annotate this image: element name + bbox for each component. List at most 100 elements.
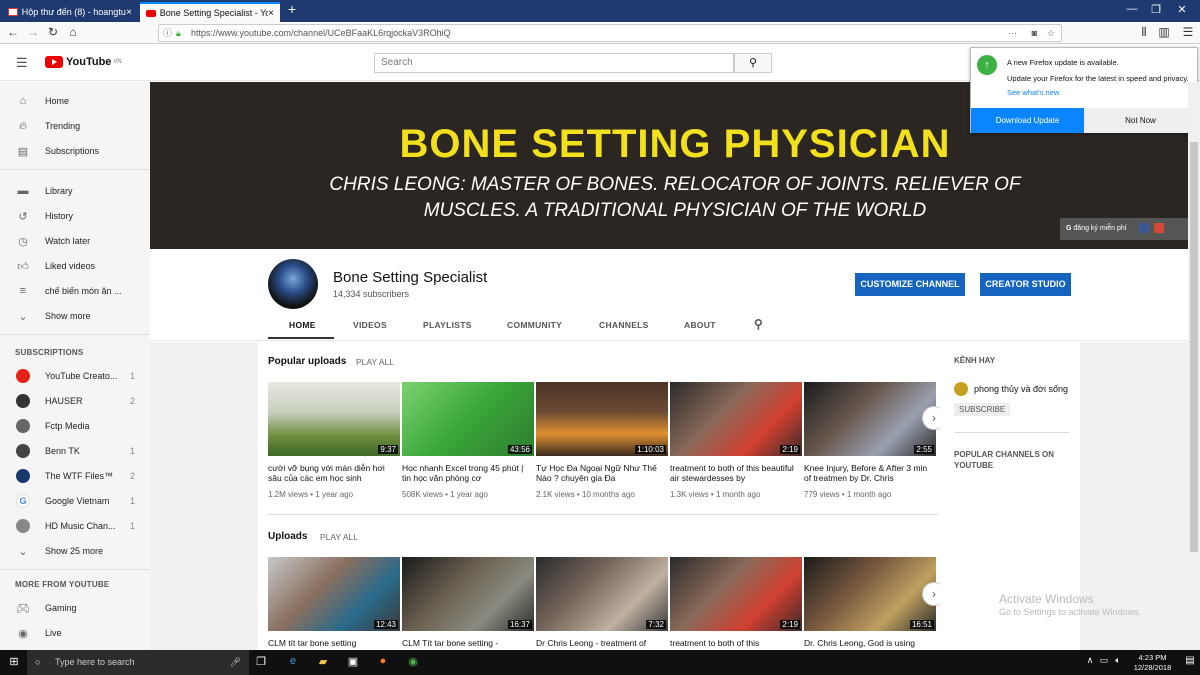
video-thumbnail[interactable]: 2:19	[670, 557, 802, 631]
library-toolbar-icon[interactable]: ⫴	[1136, 25, 1152, 40]
sidebar-item-library[interactable]: ▬ Library	[0, 179, 150, 203]
page-actions-icon[interactable]: ···	[1008, 25, 1017, 41]
sidebar-sub-youtube-creators[interactable]: YouTube Creato... 1	[0, 364, 150, 388]
creator-studio-button[interactable]: CREATOR STUDIO	[980, 273, 1071, 296]
volume-icon[interactable]: 🔈︎	[1110, 655, 1126, 670]
tab-videos[interactable]: VIDEOS	[353, 320, 387, 330]
sidebar-item-show-more[interactable]: ⌄ Show more	[0, 304, 150, 328]
download-update-button[interactable]: Download Update	[971, 108, 1084, 133]
facebook-icon[interactable]	[1138, 223, 1149, 234]
video-title[interactable]: treatment to both of this beautiful air …	[670, 463, 798, 483]
video-thumbnail[interactable]: 2:19	[670, 382, 802, 456]
video-thumbnail[interactable]: 16:37	[402, 557, 534, 631]
channel-avatar[interactable]	[268, 259, 318, 309]
microphone-icon[interactable]: 🎤︎	[230, 650, 241, 675]
sidebar-sub-fctp-media[interactable]: Fctp Media	[0, 414, 150, 438]
video-title[interactable]: cười vỡ bụng với màn diễn hơi sâu của cá…	[268, 463, 396, 483]
video-title[interactable]: Knee Injury, Before & After 3 min of tre…	[804, 463, 932, 483]
url-bar[interactable]: ⓘ 🔒︎ https://www.youtube.com/channel/UCe…	[158, 24, 1062, 42]
video-thumbnail[interactable]: 1:10:03	[536, 382, 668, 456]
tab-about[interactable]: ABOUT	[684, 320, 716, 330]
new-tab-button[interactable]: +	[280, 1, 304, 17]
uploads-play-all[interactable]: PLAY ALL	[320, 532, 358, 542]
sidebar-item-live[interactable]: ◉ Live	[0, 621, 150, 645]
sidebar-sub-google-vietnam[interactable]: G Google Vietnam 1	[0, 489, 150, 513]
video-thumbnail[interactable]: 16:51	[804, 557, 936, 631]
sidebar-sub-hd-music[interactable]: HD Music Chan... 1	[0, 514, 150, 538]
tab-community[interactable]: COMMUNITY	[507, 320, 562, 330]
video-title[interactable]: CLM Tít tar bone setting -	[402, 638, 530, 650]
home-icon[interactable]: ⌂	[65, 25, 81, 39]
windows-start-icon[interactable]: ⊞	[6, 655, 22, 670]
video-title[interactable]: treatment to both of this	[670, 638, 798, 650]
sidebar-item-label: The WTF Files™	[45, 471, 114, 481]
not-now-button[interactable]: Not Now	[1084, 108, 1197, 133]
chrome-icon[interactable]: ◉	[405, 655, 421, 670]
file-explorer-icon[interactable]: ▰	[315, 655, 331, 670]
minimize-icon[interactable]: —	[1120, 3, 1144, 15]
sidebar-sub-wtf-files[interactable]: The WTF Files™ 2	[0, 464, 150, 488]
subscribe-button[interactable]: SUBSCRIBE	[954, 403, 1011, 416]
reload-icon[interactable]: ↻	[45, 25, 61, 39]
video-thumbnail[interactable]: 7:32	[536, 557, 668, 631]
pocket-icon[interactable]: ◙	[1032, 25, 1037, 41]
sidebar-sub-benn-tk[interactable]: Benn TK 1	[0, 439, 150, 463]
avatar[interactable]	[954, 382, 968, 396]
popular-play-all[interactable]: PLAY ALL	[356, 357, 394, 367]
sidebar-item-trending[interactable]: 🔥︎ Trending	[0, 114, 150, 138]
customize-channel-button[interactable]: CUSTOMIZE CHANNEL	[855, 273, 965, 296]
video-title[interactable]: Dr. Chris Leong, God is using	[804, 638, 932, 650]
window-close-icon[interactable]: ✕	[1170, 3, 1194, 16]
sidebar-item-history[interactable]: ↺ History	[0, 204, 150, 228]
forward-icon[interactable]: →	[25, 25, 41, 39]
taskbar-search-input[interactable]: ○ Type here to search 🎤︎	[27, 650, 249, 675]
menu-icon[interactable]: ☰	[1180, 25, 1196, 39]
video-thumbnail[interactable]: 43:56	[402, 382, 534, 456]
search-input[interactable]: Search	[374, 53, 734, 73]
sidebar-item-home[interactable]: ⌂ Home	[0, 89, 150, 113]
taskbar-clock[interactable]: 4:23 PM 12/28/2018	[1125, 653, 1180, 673]
featured-channel-name[interactable]: phong thủy và đời sống	[974, 384, 1068, 394]
tab-channels[interactable]: CHANNELS	[599, 320, 649, 330]
close-icon[interactable]: ×	[268, 8, 274, 19]
tab-playlists[interactable]: PLAYLISTS	[423, 320, 472, 330]
bookmark-star-icon[interactable]: ☆	[1047, 25, 1055, 41]
video-thumbnail[interactable]: 9:37	[268, 382, 400, 456]
video-title[interactable]: Học nhanh Excel trong 45 phút | tin học …	[402, 463, 530, 483]
close-icon[interactable]: ×	[126, 7, 132, 18]
store-icon[interactable]: ▣	[345, 655, 361, 670]
sidebar-sub-hauser[interactable]: HAUSER 2	[0, 389, 150, 413]
whats-new-link[interactable]: See what's new.	[1007, 88, 1061, 97]
video-thumbnail[interactable]: 12:43	[268, 557, 400, 631]
search-button[interactable]: ⚲	[734, 53, 772, 73]
firefox-icon[interactable]: ●	[375, 655, 391, 670]
edge-icon[interactable]: e	[285, 655, 301, 670]
divider	[0, 569, 150, 570]
back-icon[interactable]: ←	[5, 25, 21, 39]
video-title[interactable]: Dr Chris Leong - treatment of	[536, 638, 664, 650]
tab-youtube[interactable]: Bone Setting Specialist - YouTu ×	[140, 2, 280, 22]
hamburger-icon[interactable]: ☰	[16, 55, 28, 71]
task-view-icon[interactable]: ❐	[253, 655, 269, 670]
video-thumbnail[interactable]: 2:55	[804, 382, 936, 456]
notifications-icon[interactable]: ▤	[1182, 655, 1198, 670]
sidebar-item-liked-videos[interactable]: 👍︎ Liked videos	[0, 254, 150, 278]
sidebar-item-watch-later[interactable]: ◷ Watch later	[0, 229, 150, 253]
sidebar-item-subscriptions[interactable]: ▤ Subscriptions	[0, 139, 150, 163]
scrollbar[interactable]	[1188, 82, 1200, 650]
sidebar-toggle-icon[interactable]: ▥	[1156, 25, 1172, 39]
sidebar-item-show-more-subs[interactable]: ⌄ Show 25 more	[0, 539, 150, 563]
sidebar-item-playlist[interactable]: ≡ chế biến món ăn ...	[0, 279, 150, 303]
tab-home[interactable]: HOME	[289, 320, 316, 330]
video-title[interactable]: Tự Học Đa Ngoại Ngữ Như Thế Nào ? chuyên…	[536, 463, 664, 483]
scrollbar-thumb[interactable]	[1190, 142, 1198, 552]
sidebar-item-gaming[interactable]: 🎮︎ Gaming	[0, 596, 150, 620]
channel-search-icon[interactable]: ⚲	[754, 317, 763, 331]
video-title[interactable]: CLM tít tar bone setting	[268, 638, 396, 650]
youtube-logo[interactable]: YouTube VN	[45, 56, 122, 68]
google-plus-icon[interactable]	[1153, 223, 1164, 234]
restore-icon[interactable]: ❐	[1144, 3, 1168, 16]
tab-gmail[interactable]: Hộp thư đến (8) - hoangtuhcvp ×	[2, 2, 138, 22]
banner-links[interactable]: G đăng ký miễn phí	[1060, 218, 1200, 240]
history-icon: ↺	[18, 210, 28, 223]
